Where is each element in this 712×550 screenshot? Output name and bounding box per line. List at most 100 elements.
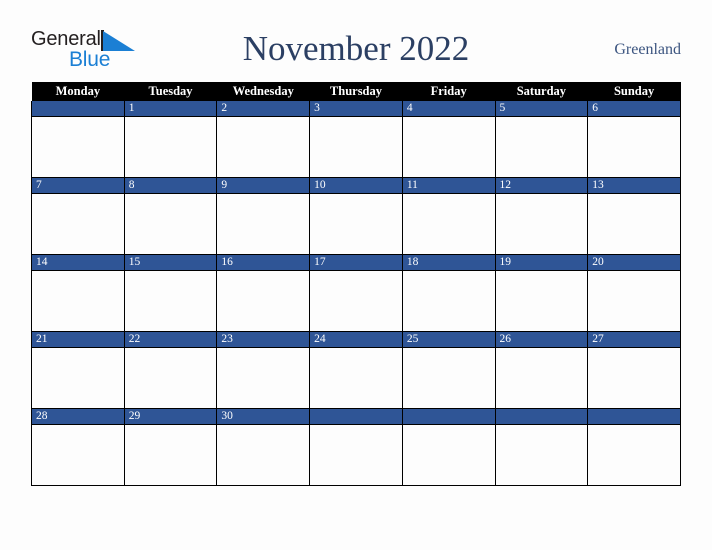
day-note-area[interactable]	[32, 348, 124, 408]
day-cell-inner: 26	[495, 332, 588, 408]
day-note-area[interactable]	[217, 117, 310, 177]
day-cell-inner: 18	[402, 255, 495, 331]
day-note-area[interactable]	[588, 117, 680, 177]
day-number: 25	[406, 333, 419, 345]
calendar-day-cell[interactable]: 15	[123, 254, 218, 332]
calendar-day-cell[interactable]: 22	[123, 331, 218, 409]
calendar-day-cell[interactable]: 8	[123, 177, 218, 255]
weekday-header-friday: Friday	[402, 82, 496, 101]
calendar-day-cell[interactable]: 13	[587, 177, 681, 255]
day-number: 18	[406, 256, 419, 268]
day-note-area[interactable]	[495, 271, 588, 331]
calendar-day-cell[interactable]: 2	[216, 101, 311, 178]
day-note-area[interactable]	[310, 348, 402, 408]
calendar-day-cell[interactable]	[401, 408, 496, 486]
day-number-band: 7	[32, 178, 124, 194]
day-note-area[interactable]	[217, 425, 310, 485]
day-number: 29	[128, 410, 141, 422]
day-note-area[interactable]	[217, 194, 310, 254]
calendar-day-cell[interactable]	[587, 408, 681, 486]
day-number-band: 28	[32, 409, 124, 425]
calendar-day-cell[interactable]: 5	[494, 101, 589, 178]
calendar-day-cell[interactable]: 24	[309, 331, 403, 409]
day-note-area[interactable]	[310, 425, 402, 485]
calendar-day-cell[interactable]: 7	[31, 177, 125, 255]
day-cell-inner: 15	[124, 255, 217, 331]
calendar-day-cell[interactable]	[309, 408, 403, 486]
day-note-area[interactable]	[402, 194, 495, 254]
day-note-area[interactable]	[495, 194, 588, 254]
calendar-day-cell[interactable]: 3	[309, 101, 403, 178]
day-cell-inner: 25	[402, 332, 495, 408]
calendar-day-cell[interactable]	[31, 101, 125, 178]
day-number-band: 3	[310, 101, 402, 117]
day-number-band: 15	[124, 255, 217, 271]
calendar-day-cell[interactable]: 19	[494, 254, 589, 332]
day-cell-inner: 28	[32, 409, 124, 485]
day-note-area[interactable]	[588, 348, 680, 408]
day-note-area[interactable]	[588, 425, 680, 485]
day-number-band: 29	[124, 409, 217, 425]
calendar-day-cell[interactable]: 17	[309, 254, 403, 332]
day-number: 17	[314, 256, 326, 268]
day-note-area[interactable]	[32, 271, 124, 331]
day-note-area[interactable]	[217, 271, 310, 331]
calendar-week-row: 14 15 16 17 18 19 20	[31, 254, 681, 332]
calendar-day-cell[interactable]: 20	[587, 254, 681, 332]
day-number-band: 25	[402, 332, 495, 348]
calendar-day-cell[interactable]: 11	[401, 177, 496, 255]
day-cell-inner: 24	[310, 332, 402, 408]
calendar-body: 1 2 3 4 5 6 7 8 9 10 11 12 13 14 15 16 17 18 19 20 21 22 23 24 2…	[31, 101, 681, 486]
calendar-day-cell[interactable]: 25	[401, 331, 496, 409]
day-number: 19	[499, 256, 512, 268]
calendar-day-cell[interactable]: 14	[31, 254, 125, 332]
calendar-day-cell[interactable]: 12	[494, 177, 589, 255]
calendar-page: General Blue November 2022 Greenland Mon…	[0, 0, 712, 550]
calendar-week-row: 7 8 9 10 11 12 13	[31, 177, 681, 255]
day-note-area[interactable]	[124, 194, 217, 254]
day-note-area[interactable]	[588, 194, 680, 254]
day-note-area[interactable]	[402, 425, 495, 485]
day-note-area[interactable]	[217, 348, 310, 408]
day-note-area[interactable]	[402, 271, 495, 331]
calendar-day-cell[interactable]: 1	[123, 101, 218, 178]
day-note-area[interactable]	[32, 425, 124, 485]
weekday-header-wednesday: Wednesday	[216, 82, 310, 101]
calendar-day-cell[interactable]: 6	[587, 101, 681, 178]
day-note-area[interactable]	[402, 348, 495, 408]
day-note-area[interactable]	[124, 425, 217, 485]
day-note-area[interactable]	[402, 117, 495, 177]
day-note-area[interactable]	[310, 271, 402, 331]
calendar-day-cell[interactable]: 9	[216, 177, 311, 255]
calendar-day-cell[interactable]: 10	[309, 177, 403, 255]
calendar-day-cell[interactable]: 30	[216, 408, 311, 486]
calendar-day-cell[interactable]: 18	[401, 254, 496, 332]
day-note-area[interactable]	[495, 117, 588, 177]
day-note-area[interactable]	[495, 348, 588, 408]
weekday-header-saturday: Saturday	[495, 82, 588, 101]
day-note-area[interactable]	[310, 194, 402, 254]
calendar-day-cell[interactable]	[494, 408, 589, 486]
calendar-day-cell[interactable]: 16	[216, 254, 311, 332]
calendar-week-row: 1 2 3 4 5 6	[31, 101, 681, 178]
day-note-area[interactable]	[310, 117, 402, 177]
calendar-day-cell[interactable]: 29	[123, 408, 218, 486]
day-note-area[interactable]	[124, 271, 217, 331]
day-number: 26	[499, 333, 512, 345]
calendar-week-row: 21 22 23 24 25 26 27	[31, 331, 681, 409]
day-cell-inner: 16	[217, 255, 310, 331]
day-note-area[interactable]	[32, 194, 124, 254]
day-note-area[interactable]	[124, 348, 217, 408]
day-note-area[interactable]	[495, 425, 588, 485]
calendar-day-cell[interactable]: 26	[494, 331, 589, 409]
calendar-day-cell[interactable]: 27	[587, 331, 681, 409]
day-cell-inner	[310, 409, 402, 485]
day-note-area[interactable]	[124, 117, 217, 177]
day-note-area[interactable]	[588, 271, 680, 331]
calendar-day-cell[interactable]: 21	[31, 331, 125, 409]
calendar-day-cell[interactable]: 28	[31, 408, 125, 486]
calendar-day-cell[interactable]: 23	[216, 331, 311, 409]
day-number: 23	[221, 333, 233, 345]
day-note-area[interactable]	[32, 117, 124, 177]
calendar-day-cell[interactable]: 4	[401, 101, 496, 178]
